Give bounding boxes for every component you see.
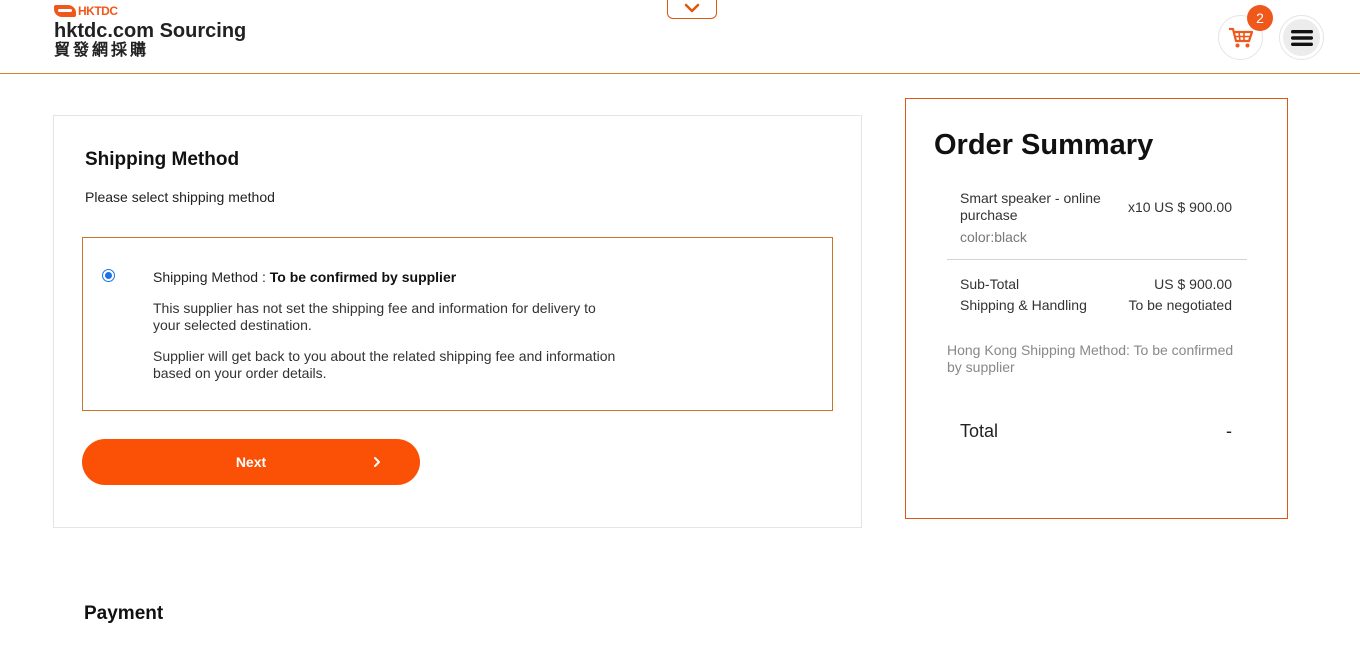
shipping-method-card: Shipping Method Please select shipping m…: [53, 115, 862, 528]
order-item-name: Smart speaker - online purchase: [960, 190, 1101, 223]
order-item-color: color:black: [960, 229, 1027, 245]
collapse-toggle-button[interactable]: [667, 0, 717, 19]
shipping-option-note-fee: This supplier has not set the shipping f…: [153, 300, 596, 333]
shipping-option-note-followup: Supplier will get back to you about the …: [153, 348, 616, 381]
next-button[interactable]: Next: [82, 439, 420, 485]
shipping-option-radio[interactable]: [102, 269, 115, 282]
shipping-option-value: To be confirmed by supplier: [269, 269, 457, 285]
radio-selected-dot: [105, 272, 112, 279]
hktdc-logo-mark: HKTDC: [54, 4, 246, 18]
hamburger-menu-icon: [1290, 29, 1313, 46]
shipping-option-title: Shipping Method : To be confirmed by sup…: [153, 269, 456, 285]
order-item-price: US $ 900.00: [1154, 199, 1232, 215]
main-menu-button[interactable]: [1279, 15, 1324, 60]
shopping-cart-icon: [1228, 27, 1253, 47]
shipping-option-label: Shipping Method :: [153, 269, 270, 285]
chevron-down-icon: [684, 3, 700, 13]
logo-brand-short: HKTDC: [78, 4, 118, 18]
menu-button-inner: [1283, 19, 1320, 56]
site-title: hktdc.com Sourcing: [54, 20, 247, 42]
shipping-option-card[interactable]: Shipping Method : To be confirmed by sup…: [82, 237, 833, 411]
subtotal-label: Sub-Total: [960, 276, 1020, 292]
cart-count-badge: 2: [1247, 5, 1273, 31]
shipping-handling-value: To be negotiated: [1128, 297, 1232, 313]
site-logo[interactable]: HKTDC hktdc.com Sourcing 貿發網採購: [54, 4, 246, 60]
summary-divider: [947, 259, 1247, 260]
order-summary-title: Order Summary: [934, 129, 1154, 161]
shipping-method-subtitle: Please select shipping method: [85, 189, 275, 205]
site-header: HKTDC hktdc.com Sourcing 貿發網採購 2: [0, 0, 1360, 74]
total-value: -: [1226, 421, 1232, 441]
shipping-handling-label: Shipping & Handling: [960, 297, 1087, 313]
total-label: Total: [960, 421, 999, 441]
hktdc-swoosh-icon: [54, 5, 76, 17]
payment-section-title: Payment: [84, 603, 164, 624]
next-button-label: Next: [235, 454, 267, 470]
shipping-destination-note: Hong Kong Shipping Method: To be confirm…: [947, 342, 1234, 375]
site-title-chinese: 貿發網採購: [54, 42, 150, 59]
chevron-right-icon: [374, 457, 380, 467]
subtotal-value: US $ 900.00: [1154, 276, 1232, 292]
shipping-method-title: Shipping Method: [85, 149, 240, 170]
order-summary-panel: Order Summary Smart speaker - online pur…: [905, 98, 1288, 519]
order-item-quantity: x10: [1128, 199, 1151, 215]
